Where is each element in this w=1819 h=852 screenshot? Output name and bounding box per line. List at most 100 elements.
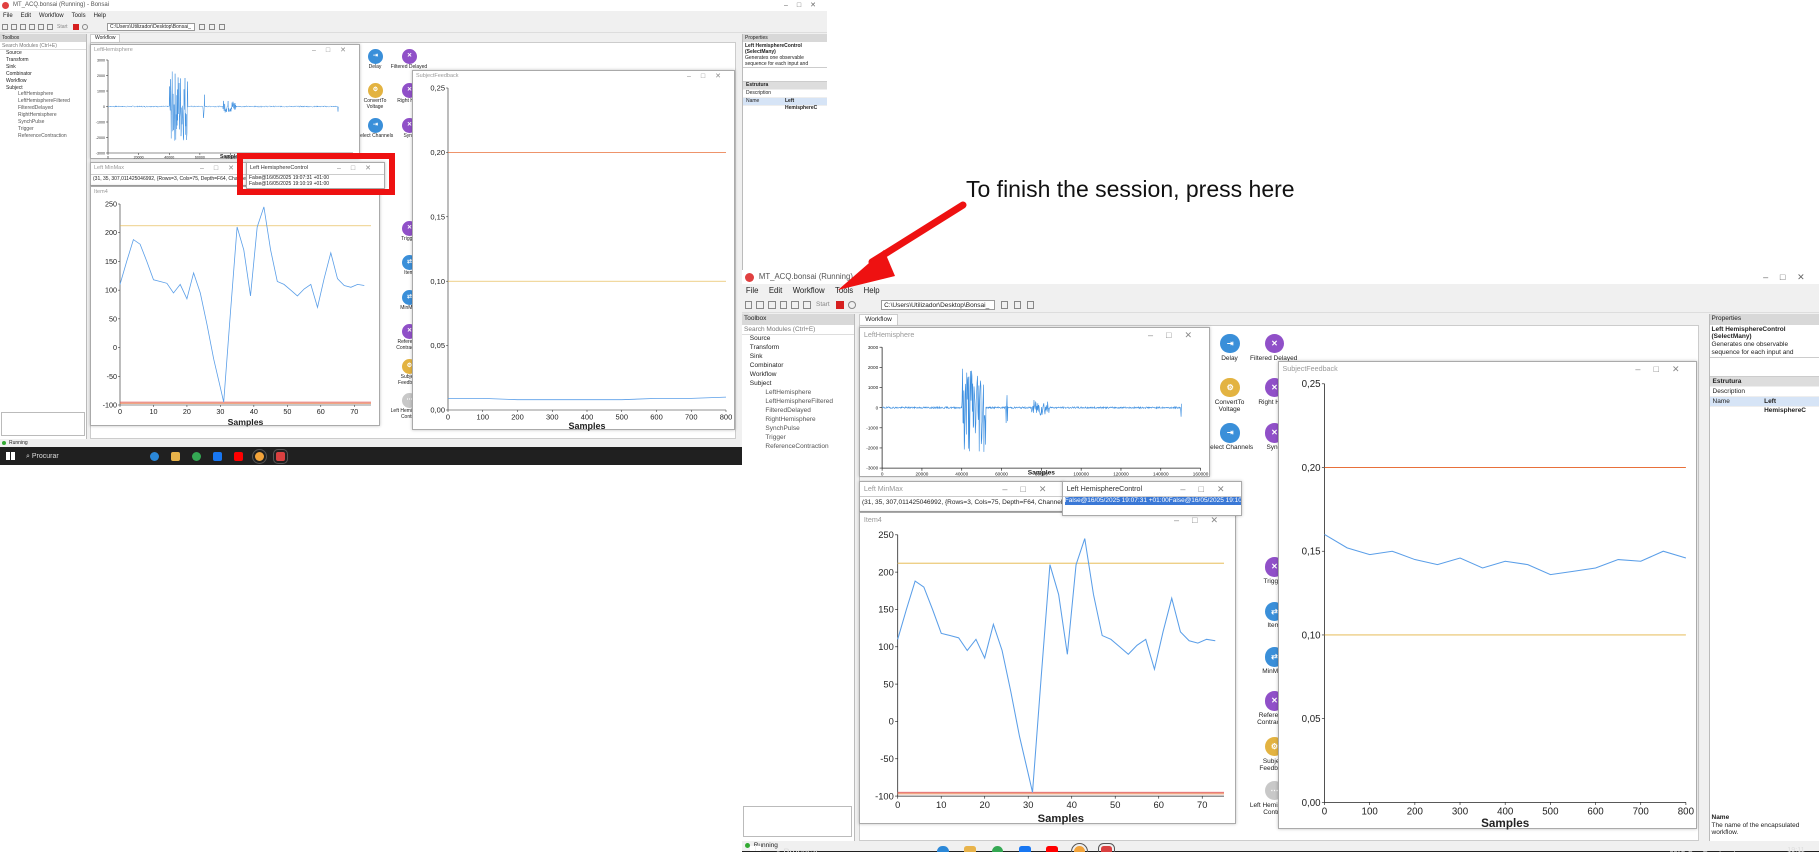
property-row-description[interactable]: Description: [1709, 387, 1819, 397]
subject-item[interactable]: LeftHemisphere: [0, 91, 86, 98]
taskbar-youtube-icon[interactable]: [1046, 845, 1058, 852]
browse-icon[interactable]: [1000, 301, 1009, 309]
taskbar-file-explorer-icon[interactable]: [171, 451, 180, 461]
open-file-icon[interactable]: [11, 24, 17, 30]
window-controls[interactable]: –□✕: [1763, 270, 1816, 284]
toolbox-search-input[interactable]: Search Modules (Ctrl+E): [742, 325, 855, 335]
toolbox-item-workflow[interactable]: Workflow: [742, 371, 854, 380]
new-file-icon[interactable]: [2, 24, 8, 30]
subject-feedback-window-titlebar[interactable]: SubjectFeedback –□✕: [1279, 362, 1697, 376]
taskbar-chrome-icon[interactable]: [192, 451, 201, 461]
workflow-node-convert-icon[interactable]: ⚙: [368, 83, 383, 98]
toolbox-item-combinator[interactable]: Combinator: [0, 71, 86, 78]
grid-icon[interactable]: [219, 24, 225, 30]
save-as-icon[interactable]: [29, 24, 35, 30]
toolbox-item-workflow[interactable]: Workflow: [0, 78, 86, 85]
workflow-node-delay-icon[interactable]: ⇥: [1220, 333, 1240, 354]
property-row-name[interactable]: Name Left HemisphereC: [1709, 396, 1819, 414]
save-icon[interactable]: [20, 24, 26, 30]
left-minmax-window-titlebar[interactable]: Left MinMax –□✕: [860, 482, 1063, 496]
menu-item-help[interactable]: Help: [864, 286, 880, 295]
subject-item[interactable]: FilteredDelayed: [742, 407, 854, 416]
toolbox-item-source[interactable]: Source: [0, 50, 86, 57]
browse-icon[interactable]: [199, 24, 205, 30]
menu-item-help[interactable]: Help: [94, 13, 106, 19]
workflow-node-convert-icon[interactable]: ⚙: [1220, 377, 1240, 398]
restart-icon[interactable]: [847, 301, 856, 309]
properties-toolbar[interactable]: [743, 68, 827, 82]
left-hemisphere-window-titlebar[interactable]: LeftHemisphere –□✕: [91, 45, 359, 56]
item-window[interactable]: Item4 –□✕ 0 10 20 30 40 50 60 70 250 200 150 100 50 0 -5…: [90, 186, 380, 427]
menu-item-file[interactable]: File: [3, 13, 13, 19]
undo-icon[interactable]: [38, 24, 44, 30]
layout-icon[interactable]: [209, 24, 215, 30]
subject-item[interactable]: LeftHemisphereFiltered: [742, 398, 854, 407]
grid-icon[interactable]: [1026, 301, 1035, 309]
subject-item[interactable]: LeftHemisphereFiltered: [0, 98, 86, 105]
workflow-node-select-icon[interactable]: ⇥: [368, 118, 383, 133]
subject-feedback-window-titlebar[interactable]: SubjectFeedback –□✕: [413, 71, 734, 82]
left-minmax-window[interactable]: Left MinMax –□✕ (31, 35, 307,011425046992,…: [90, 162, 248, 186]
menu-item-file[interactable]: File: [746, 286, 759, 295]
restart-icon[interactable]: [81, 24, 88, 30]
toolbox-item-combinator[interactable]: Combinator: [742, 362, 854, 371]
subject-item[interactable]: Trigger: [0, 126, 86, 133]
workflow-path-field[interactable]: C:\Users\Utilizador\Desktop\Bonsai_: [107, 23, 195, 31]
redo-icon[interactable]: [803, 301, 811, 309]
new-file-icon[interactable]: [744, 301, 753, 309]
windows-start-icon[interactable]: [749, 845, 762, 852]
left-minmax-window-titlebar[interactable]: Left MinMax –□✕: [91, 163, 247, 174]
left-hemisphere-control-window-titlebar[interactable]: Left HemisphereControl –□✕: [1063, 482, 1242, 496]
taskbar-search[interactable]: ⌕ Procurar: [26, 453, 59, 461]
workflow-node-delay-icon[interactable]: ⇥: [368, 49, 383, 64]
taskbar-bonsai-icon[interactable]: [273, 448, 288, 464]
stop-icon[interactable]: [72, 24, 79, 30]
taskbar-bonsai-icon[interactable]: [1097, 842, 1116, 852]
taskbar-edge-icon[interactable]: [150, 451, 159, 461]
left-hemisphere-window[interactable]: LeftHemisphere –□✕ 0 20000 40000 60000 80000 10…: [859, 327, 1210, 477]
menu-item-edit[interactable]: Edit: [769, 286, 782, 295]
workflow-tab[interactable]: Workflow: [90, 34, 121, 42]
taskbar-clock[interactable]: 19:1116/05/2025: [1778, 846, 1814, 852]
left-hemisphere-window[interactable]: LeftHemisphere –□✕ 0 20000 40000 60000 80000 10…: [90, 44, 360, 160]
save-icon[interactable]: [767, 301, 776, 309]
properties-section[interactable]: Estrutura: [743, 82, 827, 90]
left-hemisphere-control-window-controls[interactable]: –□✕: [1180, 482, 1237, 496]
redo-icon[interactable]: [47, 24, 53, 30]
taskbar-youtube-icon[interactable]: [234, 451, 243, 461]
save-as-icon[interactable]: [779, 301, 788, 309]
subject-feedback-window[interactable]: SubjectFeedback –□✕ 0 100 200 300 400 500 600 700…: [412, 70, 735, 431]
taskbar-facebook-icon[interactable]: [213, 451, 222, 461]
left-hemisphere-control-window[interactable]: Left HemisphereControl –□✕ False@16/05/202…: [1061, 480, 1243, 516]
toolbox-item-sink[interactable]: Sink: [742, 353, 854, 362]
item-window[interactable]: Item4 –□✕ 0 10 20 30 40 50 60 70 250 200 150 100 50 0 -5…: [859, 511, 1236, 825]
subject-feedback-window-controls[interactable]: –□✕: [687, 71, 731, 82]
subject-feedback-window-controls[interactable]: –□✕: [1635, 362, 1692, 376]
layout-icon[interactable]: [1013, 301, 1022, 309]
subject-feedback-window[interactable]: SubjectFeedback –□✕ 0 100 200 300 400 500 600 700…: [1277, 361, 1698, 830]
property-row-description[interactable]: Description: [743, 90, 827, 98]
taskbar-search[interactable]: ⌕ Procurar: [776, 847, 819, 852]
toolbox-item-subject[interactable]: Subject: [0, 85, 86, 92]
undo-icon[interactable]: [791, 301, 800, 309]
toolbox-item-subject[interactable]: Subject: [742, 380, 854, 389]
toolbox-item-transform[interactable]: Transform: [0, 57, 86, 64]
subject-item[interactable]: FilteredDelayed: [0, 105, 86, 112]
subject-item[interactable]: SynchPulse: [742, 425, 854, 434]
workflow-path-field[interactable]: C:\Users\Utilizador\Desktop\Bonsai_: [881, 299, 996, 311]
left-minmax-window-controls[interactable]: –□✕: [1002, 482, 1059, 496]
workflow-node-filtered-delayed-icon[interactable]: ✕: [402, 49, 417, 64]
start-button[interactable]: Start: [57, 24, 68, 30]
left-hemisphere-window-titlebar[interactable]: LeftHemisphere –□✕: [860, 328, 1209, 342]
menu-item-workflow[interactable]: Workflow: [793, 286, 825, 295]
open-file-icon[interactable]: [756, 301, 765, 309]
subject-item[interactable]: ReferenceContraction: [0, 133, 86, 140]
left-hemisphere-window-controls[interactable]: –□✕: [312, 45, 356, 56]
left-minmax-window[interactable]: Left MinMax –□✕ (31, 35, 307,011425046992,…: [859, 480, 1065, 512]
window-controls[interactable]: –□✕: [784, 0, 825, 11]
taskbar-chrome-2-icon[interactable]: [252, 448, 267, 464]
workflow-node-filtered-delayed-icon[interactable]: ✕: [1264, 333, 1285, 354]
taskbar-edge-icon[interactable]: [937, 845, 949, 852]
taskbar-file-explorer-icon[interactable]: [964, 845, 976, 852]
properties-toolbar[interactable]: [1709, 358, 1819, 377]
